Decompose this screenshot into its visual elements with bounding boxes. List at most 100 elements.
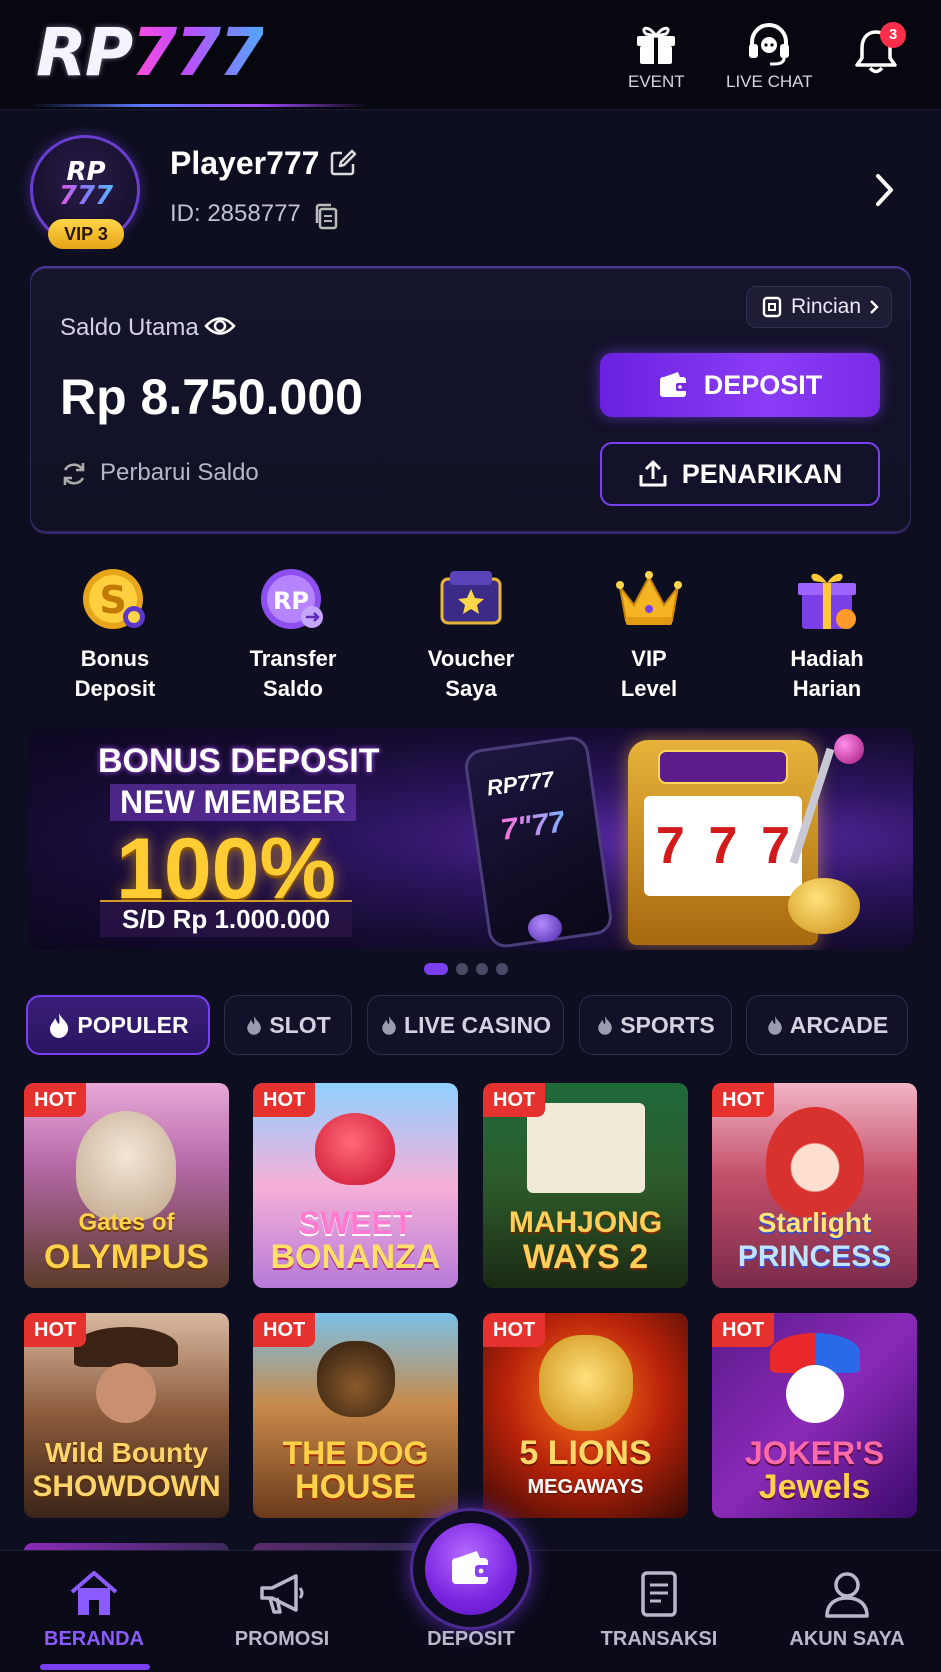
chevron-right-icon[interactable] bbox=[874, 172, 896, 208]
logo-glow-divider bbox=[30, 104, 370, 107]
rp-coin-icon: RP bbox=[261, 569, 323, 629]
game-title: MAHJONG WAYS 2 bbox=[508, 1206, 663, 1276]
upload-icon bbox=[639, 460, 667, 487]
game-tile-the-dog-house[interactable]: HOT THE DOG HOUSE bbox=[253, 1313, 458, 1518]
quick-voucher-saya[interactable]: Voucher Saya bbox=[391, 565, 551, 704]
notification-button[interactable]: 3 bbox=[852, 22, 906, 76]
deposit-label: DEPOSIT bbox=[703, 369, 823, 400]
game-art bbox=[96, 1363, 156, 1423]
copy-icon[interactable] bbox=[314, 203, 340, 231]
game-title: Gates of OLYMPUS bbox=[43, 1209, 209, 1276]
headset-icon bbox=[749, 23, 790, 66]
quick-transfer-saldo[interactable]: RP Transfer Saldo bbox=[213, 565, 373, 704]
hot-badge: HOT bbox=[24, 1083, 87, 1117]
game-title: SWEET BONANZA bbox=[270, 1205, 441, 1276]
banner-title: BONUS DEPOSIT bbox=[98, 742, 380, 780]
game-art bbox=[786, 1365, 844, 1423]
balance-detail-button[interactable]: Rincian bbox=[746, 286, 892, 328]
balance-detail-label: Rincian bbox=[791, 295, 862, 318]
tab-populer[interactable]: POPULER bbox=[26, 995, 210, 1055]
gift-box-icon bbox=[798, 573, 856, 629]
chip-decoration bbox=[528, 914, 562, 942]
eye-icon[interactable] bbox=[204, 313, 236, 339]
game-title: Wild Bounty SHOWDOWN bbox=[32, 1437, 221, 1503]
nav-akun-saya[interactable]: AKUN SAYA bbox=[767, 1570, 927, 1651]
pagination-dot[interactable] bbox=[456, 963, 468, 975]
promo-banner[interactable]: BONUS DEPOSIT NEW MEMBER 100% S/D Rp 1.0… bbox=[28, 728, 913, 950]
event-button[interactable]: EVENT bbox=[628, 20, 685, 92]
home-icon bbox=[70, 1571, 118, 1615]
game-tile-wild-bounty-showdown[interactable]: HOT Wild Bounty SHOWDOWN bbox=[24, 1313, 229, 1518]
reel-symbol: 7 bbox=[708, 817, 738, 875]
edit-icon[interactable] bbox=[328, 148, 358, 178]
nav-beranda[interactable]: BERANDA bbox=[14, 1570, 174, 1651]
game-title: THE DOG HOUSE bbox=[282, 1435, 429, 1506]
user-icon bbox=[825, 1572, 869, 1618]
slot-lever-ball bbox=[834, 734, 864, 764]
document-icon bbox=[762, 296, 782, 318]
game-tile-starlight-princess[interactable]: HOT Starlight PRINCESS bbox=[712, 1083, 917, 1288]
refresh-icon[interactable] bbox=[60, 460, 88, 488]
nav-transaksi[interactable]: TRANSAKSI bbox=[579, 1570, 739, 1651]
fire-icon bbox=[247, 1016, 262, 1035]
balance-amount: Rp 8.750.000 bbox=[60, 369, 363, 425]
receipt-icon bbox=[641, 1571, 677, 1617]
nav-promosi[interactable]: PROMOSI bbox=[202, 1570, 362, 1651]
username: Player777 bbox=[170, 145, 320, 181]
game-art bbox=[315, 1113, 395, 1185]
game-art bbox=[74, 1327, 178, 1367]
avatar-logo: RP 777 bbox=[51, 159, 121, 209]
banner-pagination bbox=[424, 963, 508, 975]
reel-symbol: 7 bbox=[655, 817, 685, 875]
withdraw-button[interactable]: PENARIKAN bbox=[600, 442, 880, 506]
hot-badge: HOT bbox=[483, 1313, 546, 1347]
refresh-balance-link[interactable]: Perbarui Saldo bbox=[100, 459, 259, 487]
game-title: JOKER'S Jewels bbox=[744, 1435, 885, 1506]
withdraw-label: PENARIKAN bbox=[681, 458, 843, 489]
quick-hadiah-harian[interactable]: Hadiah Harian bbox=[747, 565, 907, 704]
game-art bbox=[539, 1335, 633, 1431]
quick-vip-level[interactable]: VIP Level bbox=[569, 565, 729, 704]
game-tile-jokers-jewels[interactable]: HOT JOKER'S Jewels bbox=[712, 1313, 917, 1518]
tab-arcade[interactable]: ARCADE bbox=[746, 995, 908, 1055]
game-art bbox=[766, 1107, 864, 1217]
tab-slot[interactable]: SLOT bbox=[224, 995, 352, 1055]
banner-limit: S/D Rp 1.000.000 bbox=[100, 900, 353, 937]
hot-badge: HOT bbox=[712, 1313, 775, 1347]
tab-live-casino[interactable]: LIVE CASINO bbox=[367, 995, 564, 1055]
game-tile-gates-of-olympus[interactable]: HOT Gates of OLYMPUS bbox=[24, 1083, 229, 1288]
game-tile-mahjong-ways-2[interactable]: HOT MAHJONG WAYS 2 bbox=[483, 1083, 688, 1288]
wallet-icon bbox=[659, 372, 688, 397]
event-label: EVENT bbox=[628, 72, 685, 91]
balance-label: Saldo Utama bbox=[60, 314, 199, 341]
fire-icon bbox=[50, 1013, 69, 1038]
pagination-dot[interactable] bbox=[496, 963, 508, 975]
game-title: Starlight PRINCESS bbox=[737, 1207, 892, 1273]
brand-logo[interactable]: RP777 bbox=[36, 18, 265, 88]
vip-level-badge: VIP 3 bbox=[48, 219, 124, 249]
fire-icon bbox=[382, 1016, 396, 1035]
active-nav-indicator bbox=[40, 1664, 150, 1670]
game-tile-sweet-bonanza[interactable]: HOT SWEET BONANZA bbox=[253, 1083, 458, 1288]
live-chat-button[interactable]: LIVE CHAT bbox=[726, 20, 813, 92]
player-id: ID: 2858777 bbox=[170, 200, 301, 227]
game-title: 5 LIONS MEGAWAYS bbox=[519, 1434, 652, 1498]
fire-icon bbox=[598, 1016, 613, 1035]
voucher-icon bbox=[440, 571, 502, 625]
coin-decoration bbox=[788, 878, 860, 934]
notification-count-badge: 3 bbox=[880, 22, 906, 48]
chevron-right-icon bbox=[870, 300, 879, 314]
hot-badge: HOT bbox=[253, 1083, 316, 1117]
pagination-dot[interactable] bbox=[424, 963, 448, 975]
game-art bbox=[317, 1341, 395, 1417]
hot-badge: HOT bbox=[253, 1313, 316, 1347]
top-header: RP777 EVENT LIVE CHAT 3 bbox=[0, 0, 941, 110]
game-tile-5-lions-megaways[interactable]: HOT 5 LIONS MEGAWAYS bbox=[483, 1313, 688, 1518]
gift-icon bbox=[637, 26, 676, 64]
deposit-button[interactable]: DEPOSIT bbox=[600, 353, 880, 417]
pagination-dot[interactable] bbox=[476, 963, 488, 975]
tab-sports[interactable]: SPORTS bbox=[579, 995, 732, 1055]
fire-icon bbox=[768, 1016, 782, 1035]
nav-deposit[interactable]: DEPOSIT bbox=[391, 1570, 551, 1651]
quick-bonus-deposit[interactable]: S Bonus Deposit bbox=[35, 565, 195, 704]
